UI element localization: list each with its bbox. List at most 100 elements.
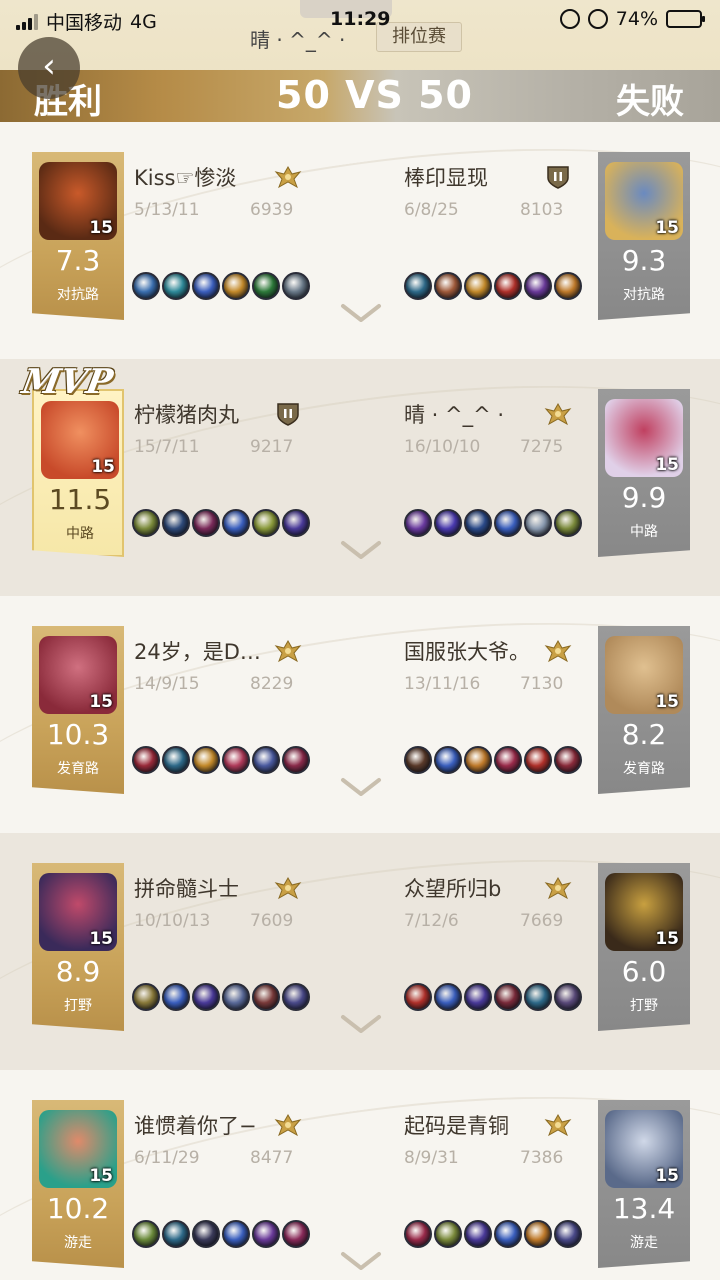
left-hero-card[interactable]: 15 8.9 打野 (32, 863, 124, 1031)
equipment-item-icon[interactable] (524, 983, 552, 1011)
equipment-item-icon[interactable] (494, 746, 522, 774)
chevron-down-icon[interactable] (340, 1013, 382, 1035)
left-hero-card[interactable]: 15 10.3 发育路 (32, 626, 124, 794)
equipment-item-icon[interactable] (162, 1220, 190, 1248)
hero-portrait: 15 (39, 1110, 117, 1188)
equipment-item-icon[interactable] (132, 509, 160, 537)
match-row[interactable]: 15 11.5 中路 柠檬猪肉丸 15/7/11 9217 15 9.9 中路 晴 · ^_^ ·… (0, 359, 720, 596)
equipment-item-icon[interactable] (282, 272, 310, 300)
left-hero-card[interactable]: 15 11.5 中路 (32, 389, 124, 557)
equipment-item-icon[interactable] (524, 746, 552, 774)
match-row[interactable]: 15 10.2 游走 谁惯着你了− 6/11/29 8477 15 13.4 游走 起码是青铜 8/… (0, 1070, 720, 1280)
equipment-item-icon[interactable] (222, 509, 250, 537)
equipment-item-icon[interactable] (282, 746, 310, 774)
equipment-item-icon[interactable] (464, 509, 492, 537)
equipment-item-icon[interactable] (434, 272, 462, 300)
equipment-item-icon[interactable] (494, 509, 522, 537)
chevron-down-icon[interactable] (340, 539, 382, 561)
equipment-item-icon[interactable] (464, 746, 492, 774)
equipment-item-icon[interactable] (222, 983, 250, 1011)
equipment-item-icon[interactable] (282, 509, 310, 537)
left-player-name: 谁惯着你了− (134, 1114, 257, 1138)
equipment-item-icon[interactable] (252, 509, 280, 537)
equipment-item-icon[interactable] (162, 509, 190, 537)
equipment-item-icon[interactable] (404, 983, 432, 1011)
equipment-item-icon[interactable] (404, 272, 432, 300)
left-hero-card[interactable]: 15 10.2 游走 (32, 1100, 124, 1268)
equipment-item-icon[interactable] (464, 1220, 492, 1248)
equipment-item-icon[interactable] (192, 272, 220, 300)
match-row[interactable]: 15 10.3 发育路 24岁，是D… 14/9/15 8229 15 8.2 发育路 国服张大爷… (0, 596, 720, 833)
hero-level: 15 (89, 692, 113, 712)
equipment-item-icon[interactable] (192, 746, 220, 774)
right-hero-card[interactable]: 15 9.9 中路 (598, 389, 690, 557)
equipment-item-icon[interactable] (192, 1220, 220, 1248)
performance-score: 9.9 (621, 481, 667, 514)
left-item-list (132, 1220, 310, 1248)
equipment-item-icon[interactable] (192, 509, 220, 537)
equipment-item-icon[interactable] (434, 983, 462, 1011)
match-row[interactable]: 15 8.9 打野 拼命髓斗士 10/10/13 7609 15 6.0 打野 众望所归b 7/12… (0, 833, 720, 1070)
equipment-item-icon[interactable] (252, 983, 280, 1011)
equipment-item-icon[interactable] (524, 1220, 552, 1248)
equipment-item-icon[interactable] (222, 746, 250, 774)
left-gold: 6939 (250, 200, 294, 220)
equipment-item-icon[interactable] (554, 272, 582, 300)
equipment-item-icon[interactable] (554, 746, 582, 774)
equipment-item-icon[interactable] (464, 272, 492, 300)
hero-portrait: 15 (605, 873, 683, 951)
equipment-item-icon[interactable] (434, 746, 462, 774)
back-button[interactable]: ‹ (18, 37, 80, 99)
equipment-item-icon[interactable] (132, 983, 160, 1011)
chevron-down-icon[interactable] (340, 776, 382, 798)
equipment-item-icon[interactable] (494, 272, 522, 300)
hero-portrait: 15 (39, 162, 117, 240)
equipment-item-icon[interactable] (162, 272, 190, 300)
chevron-down-icon[interactable] (340, 302, 382, 324)
chevron-down-icon[interactable] (340, 1250, 382, 1272)
equipment-item-icon[interactable] (404, 509, 432, 537)
right-hero-card[interactable]: 15 6.0 打野 (598, 863, 690, 1031)
left-player-name: 24岁，是D… (134, 640, 261, 664)
equipment-item-icon[interactable] (252, 746, 280, 774)
equipment-item-icon[interactable] (404, 746, 432, 774)
equipment-item-icon[interactable] (524, 272, 552, 300)
equipment-item-icon[interactable] (404, 1220, 432, 1248)
left-kda: 14/9/15 (134, 674, 200, 694)
equipment-item-icon[interactable] (494, 983, 522, 1011)
left-gold: 8229 (250, 674, 294, 694)
match-row[interactable]: 15 7.3 对抗路 Kiss☞惨淡 5/13/11 6939 15 9.3 对抗路 棒印显现 6/… (0, 122, 720, 359)
equipment-item-icon[interactable] (494, 1220, 522, 1248)
lane-role: 对抗路 (623, 287, 665, 303)
equipment-item-icon[interactable] (162, 983, 190, 1011)
equipment-item-icon[interactable] (132, 272, 160, 300)
left-player-name: 柠檬猪肉丸 (134, 403, 239, 427)
left-item-list (132, 509, 310, 537)
equipment-item-icon[interactable] (282, 983, 310, 1011)
equipment-item-icon[interactable] (554, 1220, 582, 1248)
equipment-item-icon[interactable] (162, 746, 190, 774)
equipment-item-icon[interactable] (434, 1220, 462, 1248)
equipment-item-icon[interactable] (434, 509, 462, 537)
hero-portrait: 15 (605, 1110, 683, 1188)
equipment-item-icon[interactable] (554, 983, 582, 1011)
equipment-item-icon[interactable] (554, 509, 582, 537)
equipment-item-icon[interactable] (524, 509, 552, 537)
right-hero-card[interactable]: 15 8.2 发育路 (598, 626, 690, 794)
equipment-item-icon[interactable] (192, 983, 220, 1011)
equipment-item-icon[interactable] (464, 983, 492, 1011)
left-hero-card[interactable]: 15 7.3 对抗路 (32, 152, 124, 320)
equipment-item-icon[interactable] (132, 746, 160, 774)
mvp-badge: MVP (19, 362, 116, 402)
rank-badge-icon (544, 638, 572, 664)
right-hero-card[interactable]: 15 13.4 游走 (598, 1100, 690, 1268)
equipment-item-icon[interactable] (252, 272, 280, 300)
equipment-item-icon[interactable] (252, 1220, 280, 1248)
equipment-item-icon[interactable] (222, 272, 250, 300)
equipment-item-icon[interactable] (132, 1220, 160, 1248)
player-rows: 15 7.3 对抗路 Kiss☞惨淡 5/13/11 6939 15 9.3 对抗路 棒印显现 6/… (0, 122, 720, 1280)
battery-percent: 74% (615, 8, 658, 30)
equipment-item-icon[interactable] (222, 1220, 250, 1248)
right-hero-card[interactable]: 15 9.3 对抗路 (598, 152, 690, 320)
equipment-item-icon[interactable] (282, 1220, 310, 1248)
